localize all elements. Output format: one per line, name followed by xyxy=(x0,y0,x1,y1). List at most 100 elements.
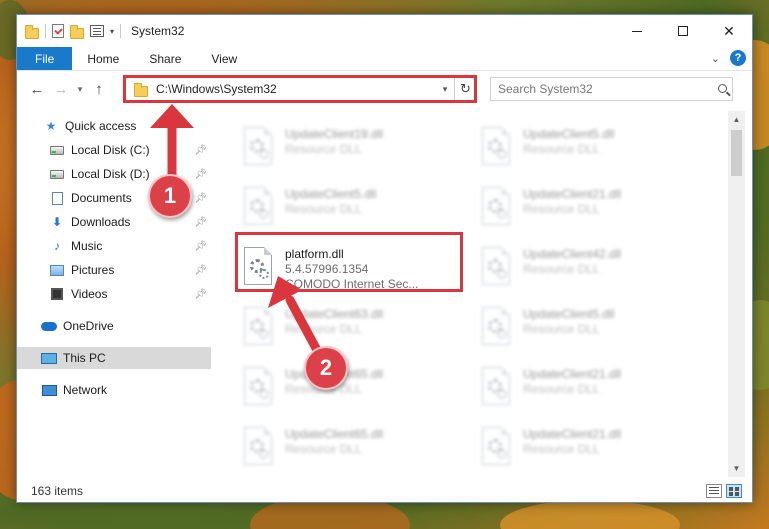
file-name: UpdateClient5.dll xyxy=(523,307,615,321)
sidebar-item-label: Quick access xyxy=(65,119,137,133)
properties-icon[interactable] xyxy=(52,24,64,38)
window-controls: ✕ xyxy=(614,15,752,47)
sidebar-item-onedrive[interactable]: OneDrive xyxy=(17,315,211,337)
file-item[interactable]: UpdateClient5.dll Resource DLL xyxy=(479,123,704,175)
scroll-down-icon[interactable]: ▼ xyxy=(728,460,745,477)
file-text: UpdateClient21.dll Resource DLL xyxy=(523,363,621,397)
drive-icon xyxy=(50,145,64,155)
file-description: Resource DLL xyxy=(523,382,600,396)
file-description: Resource DLL xyxy=(523,322,600,336)
file-item[interactable]: UpdateClient5.dll Resource DLL xyxy=(479,303,704,355)
file-name: UpdateClient21.dll xyxy=(523,367,622,381)
dll-file-icon xyxy=(479,367,513,407)
scroll-up-icon[interactable]: ▲ xyxy=(728,111,745,128)
sidebar-item-label: Network xyxy=(63,383,108,397)
recent-locations-icon[interactable]: ▾ xyxy=(73,84,87,95)
divider xyxy=(120,24,122,38)
sidebar-item-label: Local Disk (D:) xyxy=(71,167,150,181)
tab-share[interactable]: Share xyxy=(134,47,196,70)
scroll-thumb[interactable] xyxy=(731,130,742,176)
search-box[interactable] xyxy=(490,77,733,101)
search-input[interactable] xyxy=(498,82,712,96)
file-description: Resource DLL xyxy=(523,142,600,156)
file-text: UpdateClient5.dll Resource DLL xyxy=(523,123,614,157)
sidebar-item-quick-access[interactable]: ★ Quick access xyxy=(17,115,211,137)
sidebar-item-label: Downloads xyxy=(71,215,131,229)
tab-view[interactable]: View xyxy=(196,47,252,70)
tab-file[interactable]: File xyxy=(17,47,73,70)
back-icon[interactable]: ← xyxy=(25,81,49,98)
sidebar-item-music[interactable]: ♪ Music 📌︎ xyxy=(17,235,211,257)
dll-file-icon xyxy=(241,127,275,167)
ribbon-tabs: File Home Share View ⌄ ? xyxy=(17,47,752,71)
file-text: UpdateClient21.dll Resource DLL xyxy=(523,183,621,217)
file-item[interactable]: UpdateClient65.dllResource DLL xyxy=(241,423,466,475)
file-item[interactable]: UpdateClient21.dll Resource DLL xyxy=(479,363,704,415)
vertical-scrollbar[interactable]: ▲ ▼ xyxy=(728,111,745,477)
pin-icon[interactable]: 📌︎ xyxy=(194,241,207,252)
views-icon[interactable] xyxy=(90,25,104,37)
sidebar-item-network[interactable]: Network xyxy=(17,379,211,401)
tab-home[interactable]: Home xyxy=(72,47,134,70)
background-leaf xyxy=(500,500,680,529)
window-title: System32 xyxy=(131,24,185,38)
large-icons-view-icon[interactable] xyxy=(726,484,742,498)
sidebar-item-videos[interactable]: Videos 📌︎ xyxy=(17,283,211,305)
pin-icon[interactable]: 📌︎ xyxy=(194,217,207,228)
close-button[interactable]: ✕ xyxy=(706,15,752,47)
pin-icon[interactable]: 📌︎ xyxy=(194,145,207,156)
pin-icon[interactable]: 📌︎ xyxy=(194,289,207,300)
file-name: UpdateClient21.dll xyxy=(523,187,622,201)
view-toggle xyxy=(706,484,742,498)
sidebar-item-this-pc[interactable]: This PC xyxy=(17,347,211,369)
file-description: Resource DLL xyxy=(285,442,362,456)
pin-icon[interactable]: 📌︎ xyxy=(194,265,207,276)
sidebar-item-label: Documents xyxy=(71,191,132,205)
file-list: UpdateClient19.dll Resource DLL UpdateClie… xyxy=(225,111,728,477)
title-bar: ▾ System32 ✕ xyxy=(17,15,752,47)
file-item[interactable]: UpdateClient65.dllResource DLL xyxy=(241,363,466,415)
pin-icon[interactable]: 📌︎ xyxy=(194,169,207,180)
step-2-badge: 2 xyxy=(304,346,348,390)
file-name: UpdateClient63.dll xyxy=(285,307,384,321)
navigation-pane: ★ Quick access Local Disk (C:) 📌︎ Local … xyxy=(17,111,211,477)
maximize-button[interactable] xyxy=(660,15,706,47)
details-view-icon[interactable] xyxy=(706,484,722,498)
minimize-button[interactable] xyxy=(614,15,660,47)
chevron-down-icon[interactable]: ▾ xyxy=(110,27,114,36)
dll-file-icon xyxy=(241,307,275,347)
sidebar-item-pictures[interactable]: Pictures 📌︎ xyxy=(17,259,211,281)
up-icon[interactable]: ↑ xyxy=(87,81,111,98)
forward-icon[interactable]: → xyxy=(49,81,73,98)
file-item[interactable]: UpdateClient5.dll Resource DLL xyxy=(241,183,466,235)
sidebar-item-label: Local Disk (C:) xyxy=(71,143,150,157)
file-item[interactable]: UpdateClient21.dll Resource DLL xyxy=(479,183,704,235)
divider xyxy=(45,24,46,38)
file-description: Resource DLL xyxy=(523,202,600,216)
search-icon[interactable] xyxy=(712,82,732,96)
dll-file-icon xyxy=(479,127,513,167)
file-name: UpdateClient42.dll xyxy=(523,247,622,261)
new-folder-icon[interactable] xyxy=(70,24,84,39)
file-item[interactable]: UpdateClient21.dll Resource DLL xyxy=(479,423,704,475)
file-text: UpdateClient21.dll Resource DLL xyxy=(523,423,621,457)
file-name: UpdateClient5.dll xyxy=(285,187,377,201)
sidebar-item-local-disk-c[interactable]: Local Disk (C:) 📌︎ xyxy=(17,139,211,161)
file-item[interactable]: UpdateClient63.dll Resource DLL xyxy=(241,303,466,355)
maximize-icon xyxy=(678,26,688,36)
step-1-badge: 1 xyxy=(148,174,192,218)
file-item[interactable]: UpdateClient19.dll Resource DLL xyxy=(241,123,466,175)
pin-icon[interactable]: 📌︎ xyxy=(194,193,207,204)
file-text: UpdateClient5.dll Resource DLL xyxy=(523,303,614,337)
help-icon[interactable]: ? xyxy=(730,50,746,66)
sidebar-item-label: Music xyxy=(71,239,103,253)
expand-ribbon-icon[interactable]: ⌄ xyxy=(711,52,720,65)
quick-access-toolbar: ▾ xyxy=(17,24,122,39)
pictures-icon xyxy=(50,264,64,276)
file-item[interactable]: UpdateClient42.dll Resource DLL xyxy=(479,243,704,295)
sidebar-item-label: OneDrive xyxy=(63,319,114,333)
star-icon: ★ xyxy=(45,119,57,133)
dll-file-icon xyxy=(479,247,513,287)
file-description: Resource DLL xyxy=(285,142,362,156)
file-description: Resource DLL xyxy=(523,442,600,456)
